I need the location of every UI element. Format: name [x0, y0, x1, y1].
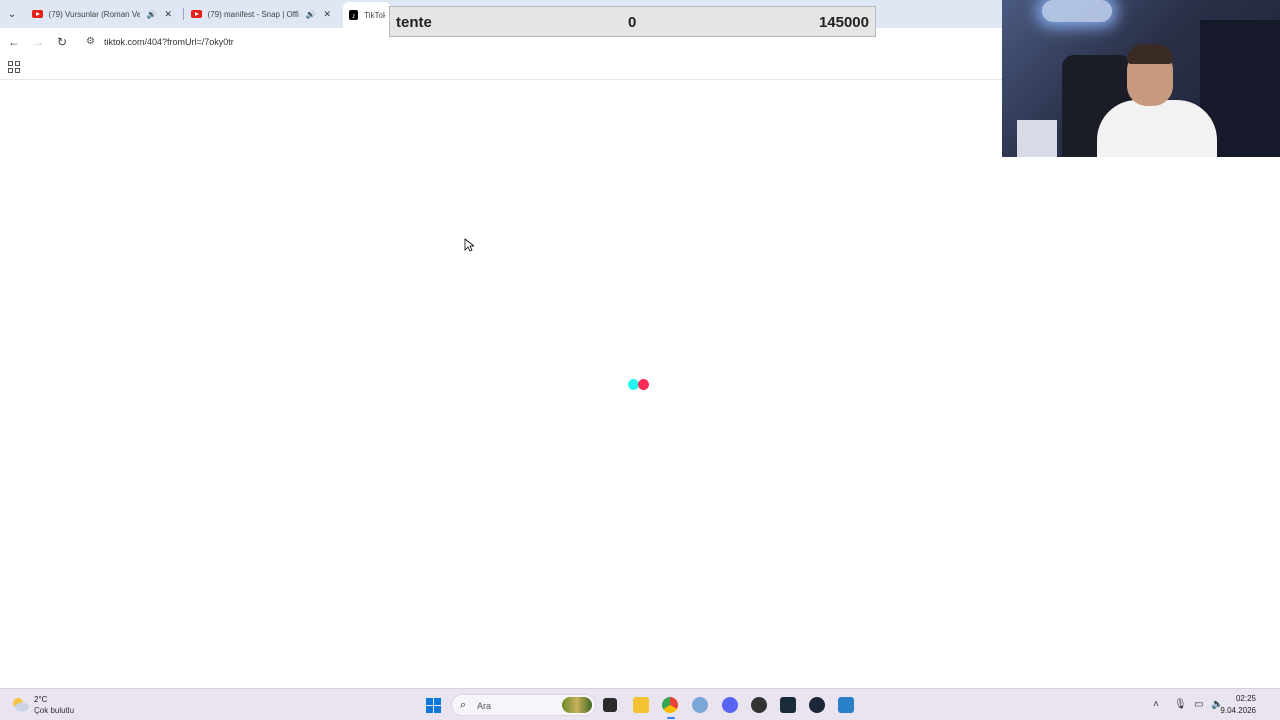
- taskbar-search[interactable]: ⌕ Ara: [451, 694, 596, 716]
- file-explorer-icon[interactable]: [633, 697, 649, 713]
- game-icon[interactable]: [780, 697, 796, 713]
- task-view-icon[interactable]: [603, 698, 617, 712]
- speaker-icon[interactable]: 🔊: [305, 10, 315, 19]
- person-body: [1097, 100, 1217, 157]
- windows-start-icon[interactable]: [426, 698, 441, 713]
- loading-dot-red: [638, 379, 649, 390]
- speaker-icon[interactable]: 🔊: [146, 10, 156, 19]
- weather-description: Çok bulutlu: [34, 706, 75, 715]
- steam-icon[interactable]: [809, 697, 825, 713]
- search-placeholder: Ara: [477, 701, 492, 711]
- counter-current: 0: [628, 14, 637, 31]
- network-icon[interactable]: ▭: [1194, 699, 1203, 710]
- microphone-icon[interactable]: 🎙: [1174, 699, 1187, 710]
- tab-search-chevron-icon[interactable]: ⌄: [4, 6, 20, 22]
- site-info-icon[interactable]: ⚙: [86, 36, 95, 47]
- discord-icon[interactable]: [722, 697, 738, 713]
- forward-arrow-icon[interactable]: →: [30, 34, 46, 50]
- back-arrow-icon[interactable]: ←: [6, 34, 22, 50]
- app-icon-2[interactable]: [751, 697, 767, 713]
- tiktok-icon: ♪: [349, 10, 359, 20]
- youtube-icon: [32, 10, 43, 18]
- tab-divider: [183, 8, 184, 20]
- address-bar[interactable]: tiktok.com/404?fromUrl=/7oky0tr: [104, 37, 234, 47]
- neon-sign: [1042, 0, 1112, 22]
- background-object: [1017, 120, 1057, 157]
- reload-icon[interactable]: ↻: [54, 34, 70, 50]
- tab-vursunlar[interactable]: (79) Vursunlar (Roman Vers 🔊 ✕: [26, 3, 178, 25]
- tab-title: (79) manifest - Snap | Offici: [207, 9, 300, 19]
- tab-title: (79) Vursunlar (Roman Vers: [48, 9, 141, 19]
- close-icon[interactable]: ✕: [164, 9, 172, 20]
- bookmarks-bar: [0, 56, 1002, 80]
- close-icon[interactable]: ✕: [323, 9, 331, 20]
- weather-temperature: 2°C: [34, 695, 48, 704]
- webcam-feed: [1002, 0, 1280, 157]
- mouse-cursor-icon: [464, 238, 474, 252]
- person-hair: [1127, 44, 1173, 64]
- screen: ⌄ (79) Vursunlar (Roman Vers 🔊 ✕ (79) ma…: [0, 0, 1280, 720]
- weather-cloudy-icon[interactable]: [10, 695, 30, 713]
- tab-manifest[interactable]: (79) manifest - Snap | Offici 🔊 ✕: [185, 3, 337, 25]
- tray-overflow-chevron-icon[interactable]: ˄: [1153, 699, 1159, 710]
- clock-time[interactable]: 02:25: [1236, 694, 1256, 703]
- youtube-icon: [191, 10, 202, 18]
- app-icon[interactable]: [692, 697, 708, 713]
- tab-tiktok[interactable]: ♪ TikTok: [343, 2, 391, 28]
- clock-date[interactable]: 9.04.2026: [1220, 706, 1256, 715]
- stream-counter-overlay: tente 0 145000: [389, 6, 876, 37]
- counter-label: tente: [396, 14, 432, 31]
- app-icon-3[interactable]: [838, 697, 854, 713]
- active-app-indicator: [667, 717, 675, 719]
- taskbar: 2°C Çok bulutlu ⌕ Ara ˄ 🎙 ▭ 🔈 02:25 9.04…: [0, 688, 1280, 720]
- search-icon: ⌕: [460, 699, 467, 711]
- chrome-icon[interactable]: [662, 697, 678, 713]
- search-highlight-image: [562, 697, 592, 713]
- apps-grid-icon[interactable]: [8, 61, 20, 73]
- counter-target: 145000: [818, 14, 869, 31]
- tab-title: TikTok: [364, 10, 385, 20]
